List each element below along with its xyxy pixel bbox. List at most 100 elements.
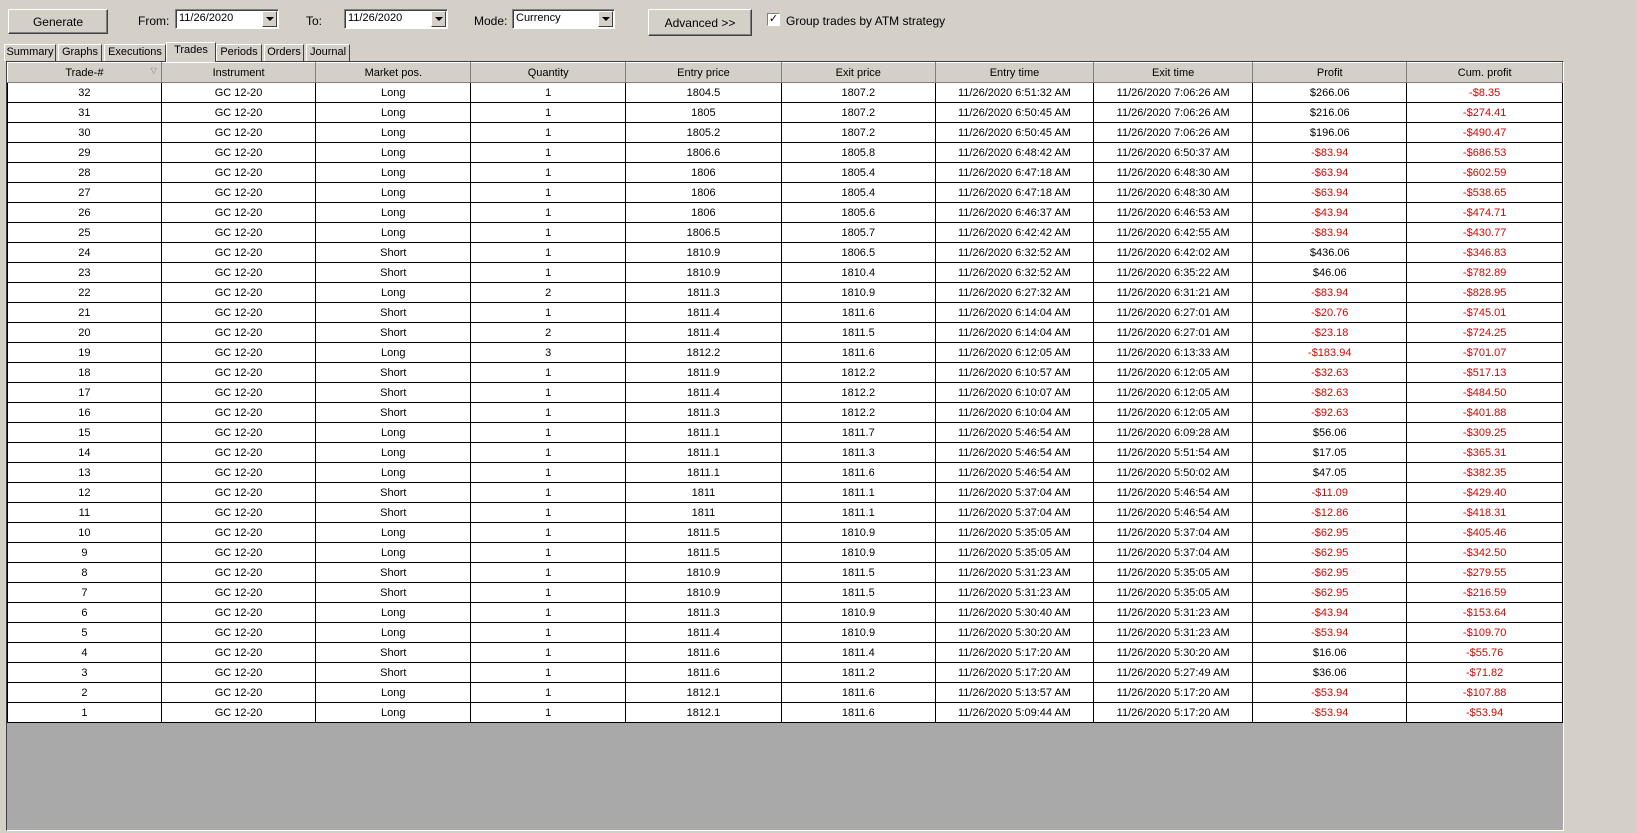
table-row[interactable]: 31 GC 12-20 Long 1 1805 1807.2 11/26/2020 6:50… <box>7 102 1563 123</box>
table-row[interactable]: 6 GC 12-20 Long 1 1811.3 1810.9 11/26/2020 5:3… <box>7 602 1563 623</box>
table-row[interactable]: 27 GC 12-20 Long 1 1806 1805.4 11/26/2020 6:47… <box>7 182 1563 203</box>
trades-grid[interactable]: Trade-# ▽ Instrument Market pos. Quantity Ent… <box>6 61 1564 831</box>
from-dropdown-icon[interactable] <box>262 11 277 27</box>
table-cell: Long <box>315 82 472 103</box>
column-header-entry-time[interactable]: Entry time <box>934 62 1095 83</box>
column-header-instrument[interactable]: Instrument <box>160 62 317 83</box>
advanced-button[interactable]: Advanced >> <box>648 9 752 36</box>
column-header-quantity[interactable]: Quantity <box>470 62 627 83</box>
table-cell: 11/26/2020 5:31:23 AM <box>934 562 1095 583</box>
mode-dropdown-icon[interactable] <box>598 11 613 27</box>
table-cell: 1 <box>470 82 627 103</box>
tab-trades[interactable]: Trades <box>166 42 216 62</box>
table-cell: 1 <box>470 442 627 463</box>
column-header-entry-price[interactable]: Entry price <box>625 62 782 83</box>
mode-select[interactable]: Currency <box>512 9 615 29</box>
table-row[interactable]: 3 GC 12-20 Short 1 1811.6 1811.2 11/26/2020 5:… <box>7 662 1563 683</box>
column-header-market-pos[interactable]: Market pos. <box>315 62 472 83</box>
table-row[interactable]: 28 GC 12-20 Long 1 1806 1805.4 11/26/2020 6:47… <box>7 162 1563 183</box>
table-cell: 1810.9 <box>780 602 936 623</box>
table-cell: 1810.9 <box>625 262 782 283</box>
generate-button[interactable]: Generate <box>8 9 108 34</box>
column-header-trade[interactable]: Trade-# ▽ <box>7 62 162 83</box>
table-row[interactable]: 29 GC 12-20 Long 1 1806.6 1805.8 11/26/2020 6:… <box>7 142 1563 163</box>
mode-value: Currency <box>516 12 561 24</box>
table-cell: -$216.59 <box>1406 582 1563 603</box>
table-cell: Long <box>315 342 472 363</box>
table-row[interactable]: 7 GC 12-20 Short 1 1810.9 1811.5 11/26/2020 5:… <box>7 582 1563 603</box>
column-header-cum-profit[interactable]: Cum. profit <box>1406 62 1563 83</box>
table-row[interactable]: 21 GC 12-20 Short 1 1811.4 1811.6 11/26/2020 6… <box>7 302 1563 323</box>
table-cell: 1810.9 <box>625 562 782 583</box>
table-cell: 11/26/2020 5:09:44 AM <box>934 702 1095 723</box>
toolbar: Generate From: 11/26/2020 To: 11/26/2020… <box>0 0 1637 42</box>
table-cell: GC 12-20 <box>160 502 317 523</box>
group-atm-checkbox[interactable]: ✓ <box>767 13 780 26</box>
table-row[interactable]: 20 GC 12-20 Short 2 1811.4 1811.5 11/26/2020 6… <box>7 322 1563 343</box>
table-cell: GC 12-20 <box>160 622 317 643</box>
table-cell: 1810.4 <box>780 262 936 283</box>
table-row[interactable]: 26 GC 12-20 Long 1 1806 1805.6 11/26/2020 6:46… <box>7 202 1563 223</box>
table-row[interactable]: 19 GC 12-20 Long 3 1812.2 1811.6 11/26/2020 6:… <box>7 342 1563 363</box>
table-cell: 3 <box>470 342 627 363</box>
table-cell: 1 <box>470 182 627 203</box>
table-row[interactable]: 18 GC 12-20 Short 1 1811.9 1812.2 11/26/2020 6… <box>7 362 1563 383</box>
table-cell: 1805 <box>625 102 782 123</box>
table-row[interactable]: 9 GC 12-20 Long 1 1811.5 1810.9 11/26/2020 5:3… <box>7 542 1563 563</box>
tab-executions[interactable]: Executions <box>104 44 166 61</box>
table-row[interactable]: 13 GC 12-20 Long 1 1811.1 1811.6 11/26/2020 5:… <box>7 462 1563 483</box>
table-cell: 11/26/2020 5:35:05 AM <box>1093 562 1254 583</box>
table-row[interactable]: 30 GC 12-20 Long 1 1805.2 1807.2 11/26/2020 6:… <box>7 122 1563 143</box>
table-cell: 19 <box>7 342 162 363</box>
table-cell: $16.06 <box>1252 642 1408 663</box>
table-row[interactable]: 2 GC 12-20 Long 1 1812.1 1811.6 11/26/2020 5:1… <box>7 682 1563 703</box>
tab-orders[interactable]: Orders <box>264 44 304 61</box>
table-cell: -$62.95 <box>1252 522 1408 543</box>
table-cell: 4 <box>7 642 162 663</box>
table-row[interactable]: 12 GC 12-20 Short 1 1811 1811.1 11/26/2020 5:3… <box>7 482 1563 503</box>
table-cell: 31 <box>7 102 162 123</box>
table-row[interactable]: 4 GC 12-20 Short 1 1811.6 1811.4 11/26/2020 5:… <box>7 642 1563 663</box>
table-row[interactable]: 22 GC 12-20 Long 2 1811.3 1810.9 11/26/2020 6:… <box>7 282 1563 303</box>
to-date-picker[interactable]: 11/26/2020 <box>344 9 448 29</box>
table-row[interactable]: 1 GC 12-20 Long 1 1812.1 1811.6 11/26/2020 5:0… <box>7 702 1563 723</box>
table-cell: 1811.6 <box>780 302 936 323</box>
table-cell: GC 12-20 <box>160 82 317 103</box>
table-cell: GC 12-20 <box>160 382 317 403</box>
table-row[interactable]: 17 GC 12-20 Short 1 1811.4 1812.2 11/26/2020 6… <box>7 382 1563 403</box>
table-row[interactable]: 10 GC 12-20 Long 1 1811.5 1810.9 11/26/2020 5:… <box>7 522 1563 543</box>
table-cell: Long <box>315 222 472 243</box>
tab-periods[interactable]: Periods <box>216 44 262 61</box>
table-cell: 1812.1 <box>625 702 782 723</box>
tab-summary[interactable]: Summary <box>4 44 56 61</box>
table-cell: -$517.13 <box>1406 362 1563 383</box>
table-row[interactable]: 5 GC 12-20 Long 1 1811.4 1810.9 11/26/2020 5:3… <box>7 622 1563 643</box>
table-cell: 11/26/2020 5:37:04 AM <box>934 482 1095 503</box>
table-row[interactable]: 23 GC 12-20 Short 1 1810.9 1810.4 11/26/2020 6… <box>7 262 1563 283</box>
tab-graphs[interactable]: Graphs <box>58 44 102 61</box>
tab-journal[interactable]: Journal <box>306 44 350 61</box>
column-header-profit[interactable]: Profit <box>1252 62 1408 83</box>
table-row[interactable]: 24 GC 12-20 Short 1 1810.9 1806.5 11/26/2020 6… <box>7 242 1563 263</box>
table-cell: 11/26/2020 6:13:33 AM <box>1093 342 1254 363</box>
from-date-value: 11/26/2020 <box>179 12 234 24</box>
column-header-exit-price[interactable]: Exit price <box>780 62 936 83</box>
mode-label: Mode: <box>474 14 508 28</box>
table-cell: -$538.65 <box>1406 182 1563 203</box>
table-row[interactable]: 25 GC 12-20 Long 1 1806.5 1805.7 11/26/2020 6:… <box>7 222 1563 243</box>
table-cell: 11/26/2020 6:46:53 AM <box>1093 202 1254 223</box>
table-row[interactable]: 32 GC 12-20 Long 1 1804.5 1807.2 11/26/2020 6:… <box>7 82 1563 103</box>
from-date-picker[interactable]: 11/26/2020 <box>175 9 279 29</box>
column-header-exit-time[interactable]: Exit time <box>1093 62 1254 83</box>
to-dropdown-icon[interactable] <box>431 11 446 27</box>
table-row[interactable]: 11 GC 12-20 Short 1 1811 1811.1 11/26/2020 5:3… <box>7 502 1563 523</box>
table-cell: 11/26/2020 5:35:05 AM <box>1093 582 1254 603</box>
table-row[interactable]: 16 GC 12-20 Short 1 1811.3 1812.2 11/26/2020 6… <box>7 402 1563 423</box>
table-row[interactable]: 14 GC 12-20 Long 1 1811.1 1811.3 11/26/2020 5:… <box>7 442 1563 463</box>
table-cell: GC 12-20 <box>160 442 317 463</box>
table-row[interactable]: 15 GC 12-20 Long 1 1811.1 1811.7 11/26/2020 5:… <box>7 422 1563 443</box>
table-cell: Long <box>315 142 472 163</box>
table-row[interactable]: 8 GC 12-20 Short 1 1810.9 1811.5 11/26/2020 5:… <box>7 562 1563 583</box>
table-cell: 11/26/2020 5:37:04 AM <box>1093 542 1254 563</box>
table-cell: 1806 <box>625 182 782 203</box>
